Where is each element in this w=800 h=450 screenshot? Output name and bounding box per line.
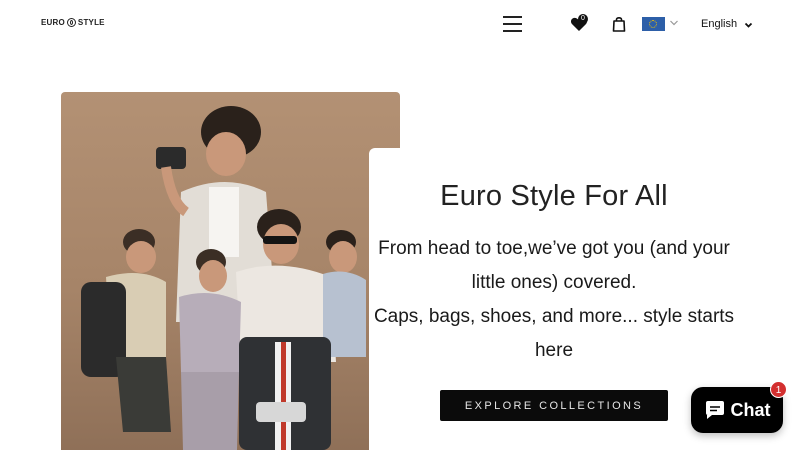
- hero-text-line1: From head to toe,we’ve got you (and your…: [378, 238, 730, 293]
- logo-text-left: EURO: [41, 18, 65, 27]
- hero-photo: [61, 92, 400, 450]
- family-photo-illustration: [81, 106, 366, 450]
- flag-stars: [649, 20, 657, 28]
- logo-mark-icon: [66, 18, 76, 27]
- site-header: EURO STYLE 0 English: [0, 0, 800, 48]
- chevron-down-icon[interactable]: [669, 18, 679, 28]
- chat-unread-badge: 1: [770, 381, 787, 398]
- language-selector[interactable]: English: [701, 16, 753, 32]
- language-label: English: [701, 18, 738, 30]
- chat-bubble-icon: [705, 401, 724, 419]
- explore-collections-button[interactable]: EXPLORE COLLECTIONS: [440, 390, 668, 421]
- eu-flag-icon[interactable]: [642, 17, 665, 31]
- shopping-bag-icon[interactable]: [612, 16, 626, 32]
- site-logo[interactable]: EURO STYLE: [41, 18, 105, 27]
- hamburger-menu-icon[interactable]: [503, 15, 522, 32]
- chevron-down-icon: [744, 22, 753, 28]
- chat-label: Chat: [730, 399, 771, 420]
- hero-description: From head to toe,we’ve got you (and your…: [369, 232, 739, 368]
- logo-text-right: STYLE: [77, 18, 105, 27]
- wishlist-count-badge: 0: [578, 14, 588, 24]
- hero-text-line2: Caps, bags, shoes, and more... style sta…: [373, 306, 735, 361]
- hero-title: Euro Style For All: [440, 180, 668, 212]
- chat-button[interactable]: Chat: [691, 387, 783, 433]
